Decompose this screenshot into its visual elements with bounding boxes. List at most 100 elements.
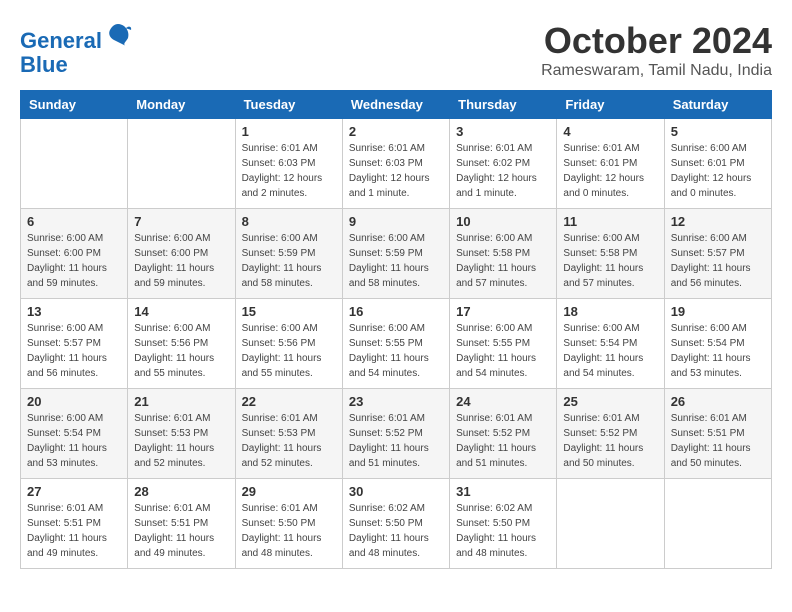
day-number: 9 [349,214,443,229]
header-wednesday: Wednesday [342,91,449,119]
day-info: Sunrise: 6:00 AMSunset: 6:01 PMDaylight:… [671,141,765,201]
week-row-3: 13Sunrise: 6:00 AMSunset: 5:57 PMDayligh… [21,299,772,389]
day-info: Sunrise: 6:00 AMSunset: 5:58 PMDaylight:… [456,231,550,291]
calendar-cell [128,119,235,209]
location: Rameswaram, Tamil Nadu, India [541,62,772,80]
logo-general: General [20,28,102,53]
week-row-5: 27 Sunrise: 6:01 AMSunset: 5:51 PMDayligh… [21,479,772,569]
logo-blue: Blue [20,52,68,77]
day-number: 3 [456,124,550,139]
day-info: Sunrise: 6:00 AMSunset: 5:56 PMDaylight:… [134,321,228,381]
day-number: 2 [349,124,443,139]
calendar-cell: 29 Sunrise: 6:01 AMSunset: 5:50 PMDayligh… [235,479,342,569]
day-number: 4 [563,124,657,139]
day-info: Sunrise: 6:01 AMSunset: 6:01 PMDaylight:… [563,141,657,201]
calendar-cell: 13Sunrise: 6:00 AMSunset: 5:57 PMDayligh… [21,299,128,389]
calendar-cell: 18 Sunrise: 6:00 AMSunset: 5:54 PMDayligh… [557,299,664,389]
calendar-cell: 15Sunrise: 6:00 AMSunset: 5:56 PMDayligh… [235,299,342,389]
calendar-cell: 11Sunrise: 6:00 AMSunset: 5:58 PMDayligh… [557,209,664,299]
calendar-cell: 19 Sunrise: 6:00 AMSunset: 5:54 PMDayligh… [664,299,771,389]
day-info: Sunrise: 6:00 AMSunset: 5:55 PMDaylight:… [349,321,443,381]
day-number: 27 [27,484,121,499]
logo-bird-icon [104,20,132,48]
title-section: October 2024 Rameswaram, Tamil Nadu, Ind… [541,20,772,80]
day-number: 19 [671,304,765,319]
weekday-header-row: SundayMondayTuesdayWednesdayThursdayFrid… [21,91,772,119]
day-info: Sunrise: 6:00 AMSunset: 5:57 PMDaylight:… [671,231,765,291]
calendar-cell: 26 Sunrise: 6:01 AMSunset: 5:51 PMDayligh… [664,389,771,479]
header-thursday: Thursday [450,91,557,119]
calendar-cell: 7Sunrise: 6:00 AMSunset: 6:00 PMDaylight… [128,209,235,299]
calendar-cell: 28Sunrise: 6:01 AMSunset: 5:51 PMDayligh… [128,479,235,569]
calendar-cell: 3Sunrise: 6:01 AMSunset: 6:02 PMDaylight… [450,119,557,209]
day-number: 5 [671,124,765,139]
header-tuesday: Tuesday [235,91,342,119]
day-number: 24 [456,394,550,409]
calendar-cell: 30Sunrise: 6:02 AMSunset: 5:50 PMDayligh… [342,479,449,569]
calendar-cell: 25 Sunrise: 6:01 AMSunset: 5:52 PMDayligh… [557,389,664,479]
header-monday: Monday [128,91,235,119]
calendar-cell [21,119,128,209]
calendar-cell: 16 Sunrise: 6:00 AMSunset: 5:55 PMDayligh… [342,299,449,389]
week-row-4: 20Sunrise: 6:00 AMSunset: 5:54 PMDayligh… [21,389,772,479]
header-sunday: Sunday [21,91,128,119]
day-info: Sunrise: 6:01 AMSunset: 5:53 PMDaylight:… [242,411,336,471]
day-info: Sunrise: 6:00 AMSunset: 6:00 PMDaylight:… [134,231,228,291]
calendar-cell: 6Sunrise: 6:00 AMSunset: 6:00 PMDaylight… [21,209,128,299]
day-info: Sunrise: 6:00 AMSunset: 6:00 PMDaylight:… [27,231,121,291]
day-info: Sunrise: 6:01 AMSunset: 5:51 PMDaylight:… [671,411,765,471]
logo: General Blue [20,20,132,77]
header-friday: Friday [557,91,664,119]
day-info: Sunrise: 6:01 AMSunset: 5:51 PMDaylight:… [27,501,121,561]
day-number: 28 [134,484,228,499]
day-info: Sunrise: 6:00 AMSunset: 5:58 PMDaylight:… [563,231,657,291]
week-row-2: 6Sunrise: 6:00 AMSunset: 6:00 PMDaylight… [21,209,772,299]
day-number: 22 [242,394,336,409]
day-number: 23 [349,394,443,409]
logo-text: General Blue [20,20,132,77]
calendar-cell: 8 Sunrise: 6:00 AMSunset: 5:59 PMDaylight… [235,209,342,299]
day-number: 18 [563,304,657,319]
day-info: Sunrise: 6:02 AMSunset: 5:50 PMDaylight:… [456,501,550,561]
day-info: Sunrise: 6:01 AMSunset: 6:03 PMDaylight:… [349,141,443,201]
calendar-cell: 27 Sunrise: 6:01 AMSunset: 5:51 PMDayligh… [21,479,128,569]
day-info: Sunrise: 6:01 AMSunset: 5:52 PMDaylight:… [456,411,550,471]
calendar-table: SundayMondayTuesdayWednesdayThursdayFrid… [20,90,772,569]
day-number: 26 [671,394,765,409]
day-number: 16 [349,304,443,319]
day-info: Sunrise: 6:00 AMSunset: 5:54 PMDaylight:… [671,321,765,381]
day-number: 12 [671,214,765,229]
month-title: October 2024 [541,20,772,62]
day-info: Sunrise: 6:00 AMSunset: 5:59 PMDaylight:… [242,231,336,291]
calendar-cell: 20Sunrise: 6:00 AMSunset: 5:54 PMDayligh… [21,389,128,479]
day-info: Sunrise: 6:01 AMSunset: 5:52 PMDaylight:… [563,411,657,471]
day-number: 10 [456,214,550,229]
day-info: Sunrise: 6:00 AMSunset: 5:59 PMDaylight:… [349,231,443,291]
calendar-cell: 17 Sunrise: 6:00 AMSunset: 5:55 PMDayligh… [450,299,557,389]
calendar-cell: 9 Sunrise: 6:00 AMSunset: 5:59 PMDaylight… [342,209,449,299]
day-info: Sunrise: 6:00 AMSunset: 5:54 PMDaylight:… [563,321,657,381]
calendar-cell: 10 Sunrise: 6:00 AMSunset: 5:58 PMDayligh… [450,209,557,299]
day-number: 15 [242,304,336,319]
day-number: 29 [242,484,336,499]
calendar-cell [557,479,664,569]
day-info: Sunrise: 6:00 AMSunset: 5:54 PMDaylight:… [27,411,121,471]
day-number: 17 [456,304,550,319]
day-number: 8 [242,214,336,229]
day-number: 14 [134,304,228,319]
day-number: 25 [563,394,657,409]
week-row-1: 1Sunrise: 6:01 AMSunset: 6:03 PMDaylight… [21,119,772,209]
day-number: 21 [134,394,228,409]
day-number: 13 [27,304,121,319]
calendar-cell: 4 Sunrise: 6:01 AMSunset: 6:01 PMDaylight… [557,119,664,209]
calendar-cell: 23Sunrise: 6:01 AMSunset: 5:52 PMDayligh… [342,389,449,479]
day-info: Sunrise: 6:00 AMSunset: 5:55 PMDaylight:… [456,321,550,381]
calendar-cell: 31Sunrise: 6:02 AMSunset: 5:50 PMDayligh… [450,479,557,569]
calendar-cell: 21Sunrise: 6:01 AMSunset: 5:53 PMDayligh… [128,389,235,479]
day-info: Sunrise: 6:01 AMSunset: 5:50 PMDaylight:… [242,501,336,561]
header-saturday: Saturday [664,91,771,119]
calendar-cell [664,479,771,569]
calendar-cell: 12 Sunrise: 6:00 AMSunset: 5:57 PMDayligh… [664,209,771,299]
day-number: 30 [349,484,443,499]
calendar-cell: 24 Sunrise: 6:01 AMSunset: 5:52 PMDayligh… [450,389,557,479]
